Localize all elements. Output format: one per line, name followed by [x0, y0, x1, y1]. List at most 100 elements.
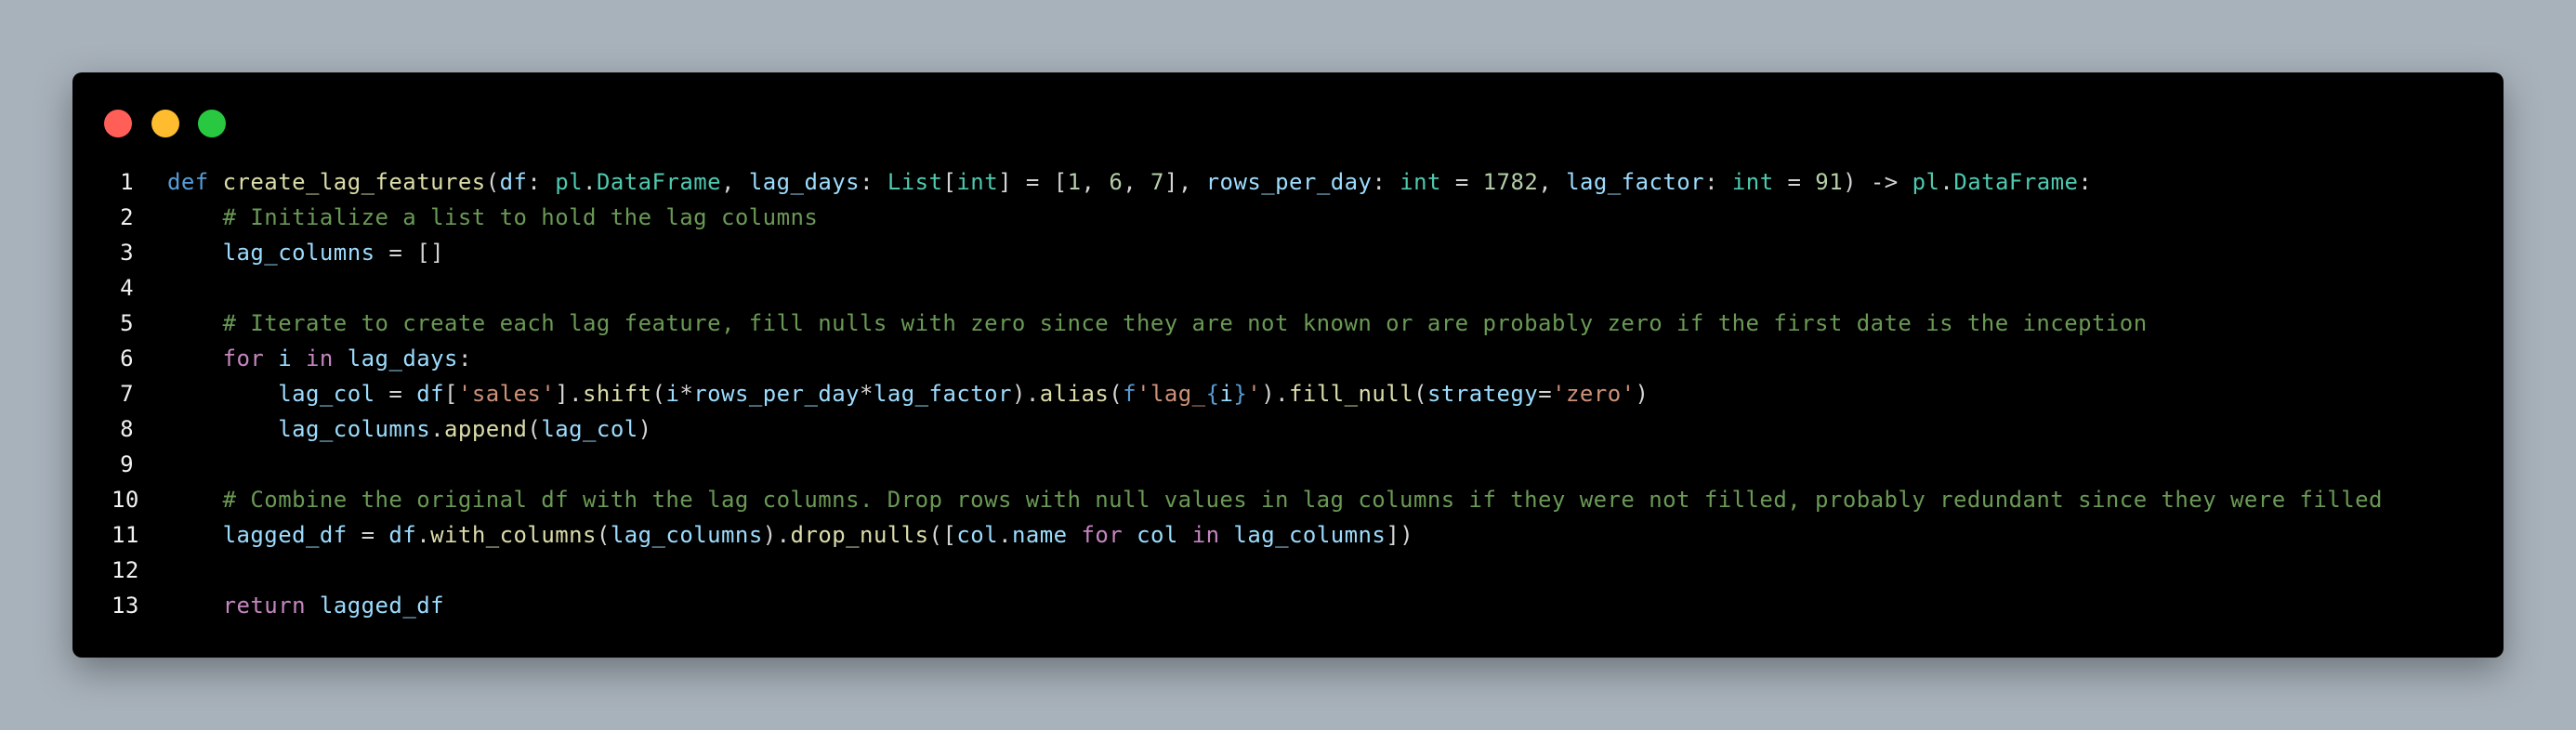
- code-token: lag_factor: [873, 381, 1012, 407]
- code-token: lagged_df: [222, 522, 348, 548]
- code-token: rows_per_day: [1205, 169, 1373, 195]
- code-token: DataFrame: [596, 169, 722, 195]
- code-line: 1 def create_lag_features(df: pl.DataFram…: [0, 164, 2509, 200]
- code-token: ': [1247, 381, 1262, 407]
- code-token: .: [583, 169, 597, 195]
- code-token: int: [1731, 169, 1774, 195]
- code-token: lag_columns: [222, 240, 375, 266]
- code-token: shift: [583, 381, 652, 407]
- code-token: =: [1440, 169, 1483, 195]
- code-token: strategy: [1427, 381, 1539, 407]
- code-token: int: [956, 169, 999, 195]
- code-token: 7: [1150, 169, 1164, 195]
- code-token: (: [596, 522, 611, 548]
- code-token: 91: [1815, 169, 1844, 195]
- code-token: }: [1233, 381, 1248, 407]
- code-token: [: [942, 169, 957, 195]
- code-line: 6 for i in lag_days:: [0, 341, 2509, 376]
- code-token: rows_per_day: [693, 381, 861, 407]
- code-token: ): [637, 416, 652, 442]
- line-number: 7: [120, 381, 134, 407]
- code-token: (: [1413, 381, 1428, 407]
- code-token: lagged_df: [319, 593, 445, 619]
- code-token: with_columns: [430, 522, 597, 548]
- code-token: pl: [1912, 169, 1940, 195]
- code-token: lag_columns: [610, 522, 763, 548]
- code-token: lag_col: [541, 416, 638, 442]
- code-line: 11 lagged_df = df.with_columns(lag_colum…: [0, 517, 2509, 553]
- code-token: :: [2078, 169, 2093, 195]
- line-code: lagged_df = df.with_columns(lag_columns)…: [167, 517, 1413, 553]
- line-number: 4: [120, 275, 134, 301]
- code-token: :: [860, 169, 887, 195]
- code-token: df: [388, 522, 417, 548]
- line-number: 11: [112, 522, 139, 548]
- code-line: 4: [0, 270, 2509, 306]
- code-token: = []: [375, 240, 445, 266]
- code-token: ): [1635, 381, 1649, 407]
- line-number: 10: [112, 487, 139, 513]
- code-token: .: [1939, 169, 1954, 195]
- code-token: def: [167, 169, 209, 195]
- line-number: 2: [120, 204, 134, 230]
- close-window-button[interactable]: [104, 110, 132, 137]
- line-code: # Iterate to create each lag feature, fi…: [167, 306, 2148, 341]
- code-token: df: [499, 169, 528, 195]
- code-token: (: [485, 169, 500, 195]
- code-token: lag_columns: [1233, 522, 1387, 548]
- code-token: ,: [721, 169, 749, 195]
- code-token: # Iterate to create each lag feature, fi…: [222, 310, 2148, 336]
- line-number: 13: [112, 593, 139, 619]
- line-code: return lagged_df: [167, 588, 444, 623]
- code-token: i: [665, 381, 680, 407]
- code-token: .: [416, 522, 431, 548]
- code-token: =: [347, 522, 389, 548]
- code-token: # Combine the original df with the lag c…: [222, 487, 2383, 513]
- code-token: return: [222, 593, 307, 619]
- code-token: lag_days: [347, 345, 458, 372]
- code-token: =: [1538, 381, 1553, 407]
- line-number: 9: [120, 451, 134, 477]
- code-line: 8 lag_columns.append(lag_col): [0, 411, 2509, 447]
- code-line: 9: [0, 447, 2509, 482]
- code-token: lag_columns: [278, 416, 431, 442]
- code-token: ).: [1011, 381, 1040, 407]
- code-token: fill_null: [1289, 381, 1414, 407]
- line-code: lag_col = df['sales'].shift(i*rows_per_d…: [167, 376, 1649, 411]
- minimize-window-button[interactable]: [151, 110, 179, 137]
- code-line: 12: [0, 553, 2509, 588]
- code-token: df: [416, 381, 445, 407]
- code-token: ,: [1538, 169, 1567, 195]
- code-token: DataFrame: [1953, 169, 2079, 195]
- code-block: 1 def create_lag_features(df: pl.DataFram…: [0, 164, 2509, 623]
- code-token: :: [1372, 169, 1400, 195]
- code-token: [: [444, 381, 458, 407]
- code-token: :: [1704, 169, 1732, 195]
- code-token: ,: [1081, 169, 1110, 195]
- code-token: (: [1109, 381, 1124, 407]
- code-token: ].: [555, 381, 584, 407]
- code-token: append: [444, 416, 528, 442]
- code-token: =: [1773, 169, 1816, 195]
- code-line: 2 # Initialize a list to hold the lag co…: [0, 200, 2509, 235]
- code-token: i: [1219, 381, 1234, 407]
- maximize-window-button[interactable]: [198, 110, 226, 137]
- line-number: 1: [120, 169, 134, 195]
- code-token: *: [860, 381, 874, 407]
- code-token: .: [998, 522, 1012, 548]
- code-token: ).: [762, 522, 791, 548]
- line-code: # Initialize a list to hold the lag colu…: [167, 200, 818, 235]
- code-token: 1782: [1482, 169, 1539, 195]
- code-token: pl: [555, 169, 584, 195]
- code-token: 'zero': [1552, 381, 1636, 407]
